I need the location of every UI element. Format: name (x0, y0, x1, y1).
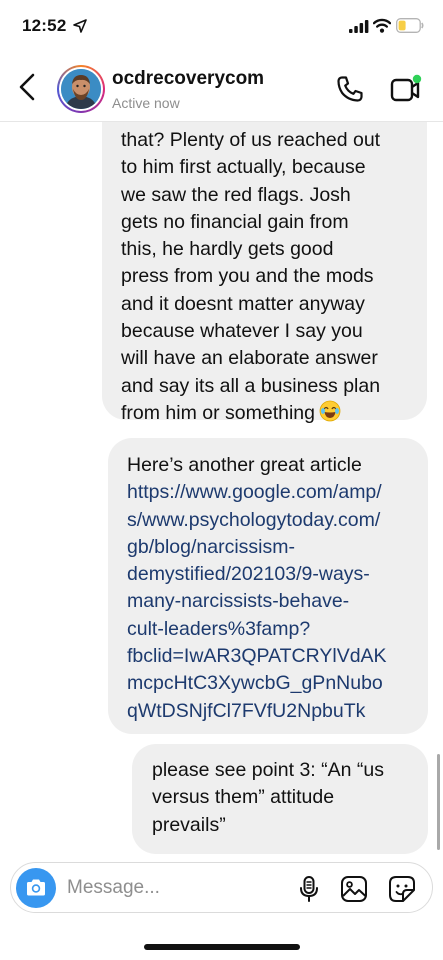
gallery-icon[interactable] (340, 875, 368, 903)
avatar[interactable] (57, 65, 105, 113)
message-line: and it doesnt matter anyway (121, 292, 365, 315)
chat-header: ocdrecoverycom Active now (0, 52, 443, 122)
message-line: versus them” attitude (152, 786, 335, 809)
article-link[interactable]: many-narcissists-behave- (127, 588, 418, 615)
message-composer (10, 862, 433, 913)
phone-icon[interactable] (335, 74, 365, 104)
video-icon[interactable] (390, 74, 424, 104)
wifi-icon (373, 18, 391, 33)
message-line: please see point 3: “An “us (152, 759, 384, 781)
article-link[interactable]: gb/blog/narcissism- (127, 534, 418, 561)
scrollbar[interactable] (437, 754, 440, 850)
location-arrow-icon (73, 19, 87, 33)
status-bar: 12:52 (0, 0, 443, 52)
message-line: to him first actually, because (121, 156, 366, 179)
message-thread[interactable]: that? Plenty of us reached out to him fi… (0, 122, 443, 862)
battery-icon (396, 18, 424, 33)
camera-button[interactable] (16, 868, 56, 908)
article-link[interactable]: cult-leaders%3famp? (127, 616, 418, 643)
message-line: will have an elaborate answer (121, 347, 378, 370)
message-bubble[interactable]: please see point 3: “An “us versus them”… (132, 744, 428, 854)
message-line: that? Plenty of us reached out (121, 129, 381, 151)
message-line: Here’s another great article (127, 454, 362, 476)
active-status: Active now (112, 95, 180, 111)
article-link[interactable]: fbclid=IwAR3QPATCRYlVdAK (127, 643, 418, 670)
article-link[interactable]: https://www.google.com/amp/ (127, 479, 418, 506)
article-link[interactable]: s/www.psychologytoday.com/ (127, 507, 418, 534)
home-indicator[interactable] (144, 944, 300, 950)
status-time: 12:52 (22, 16, 67, 35)
message-line: press from you and the mods (121, 265, 374, 288)
message-line: we saw the red flags. Josh (121, 183, 351, 206)
camera-icon (27, 879, 45, 896)
message-line: gets no financial gain from (121, 210, 349, 233)
article-link[interactable]: mcpcHtC3XywcbG_gPnNubo (127, 670, 418, 697)
message-line: because whatever I say you (121, 320, 363, 343)
laughing-emoji-icon (319, 400, 341, 422)
message-line: this, he hardly gets good (121, 238, 334, 261)
message-input[interactable] (67, 871, 287, 905)
back-icon[interactable] (14, 72, 40, 102)
sticker-icon[interactable] (388, 875, 416, 903)
profile-photo (61, 69, 101, 109)
article-link[interactable]: demystified/202103/9-ways- (127, 561, 418, 588)
article-link[interactable]: qWtDSNjfCl7FVfU2NpbuTk (127, 698, 418, 725)
signal-icon (349, 20, 369, 33)
message-bubble[interactable]: that? Plenty of us reached out to him fi… (102, 122, 427, 424)
message-line: from him or something (121, 401, 315, 424)
message-line: and say its all a business plan (121, 374, 381, 397)
message-bubble[interactable]: Here’s another great article https://www… (108, 438, 428, 734)
message-line: prevails” (152, 813, 226, 836)
message-line-last: from him or something (121, 400, 417, 427)
contact-name[interactable]: ocdrecoverycom (112, 68, 264, 90)
microphone-icon[interactable] (297, 875, 321, 903)
